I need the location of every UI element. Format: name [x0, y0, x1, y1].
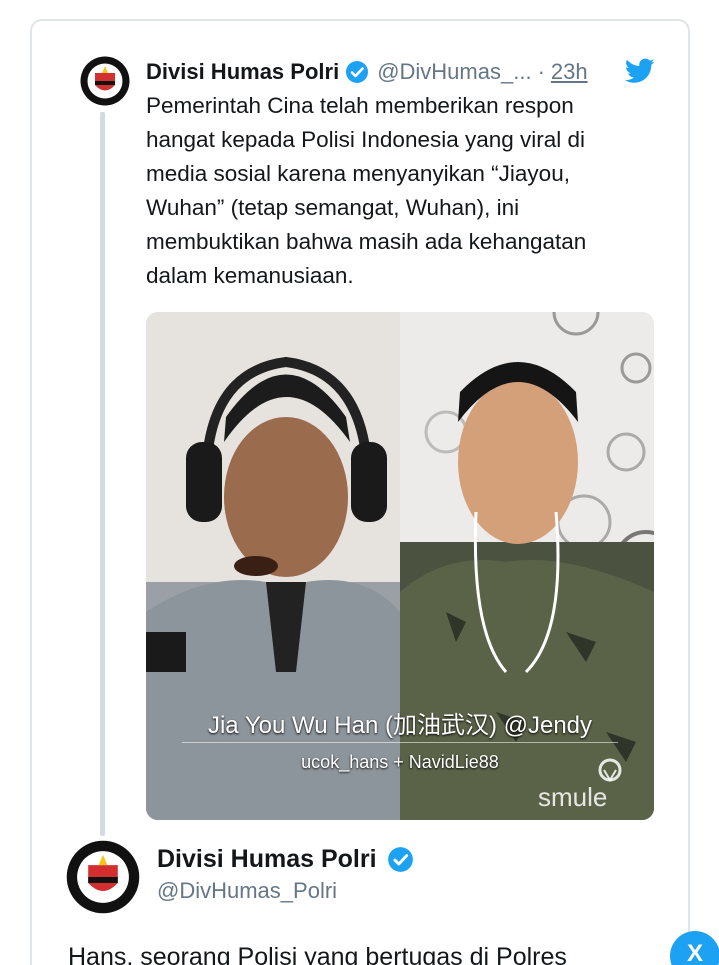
tweet-text: Pemerintah Cina telah memberikan respon … [146, 93, 587, 288]
timestamp[interactable]: 23h [551, 57, 588, 87]
police-emblem-icon [66, 840, 140, 914]
tweet-text: Hans, seorang Polisi yang bertugas di Po… [68, 943, 567, 965]
avatar[interactable] [66, 840, 140, 914]
handle[interactable]: @DivHumas_... [377, 57, 531, 87]
verified-badge-icon [345, 60, 369, 84]
video-thumbnail[interactable]: Jia You Wu Han (加油武汉) @Jendy ucok_hans +… [146, 312, 654, 820]
svg-text:smule: smule [538, 782, 607, 812]
smule-logo: smule [534, 758, 644, 812]
police-emblem-icon [80, 56, 130, 106]
twitter-bird-icon[interactable] [625, 58, 655, 84]
thread-connector-line [100, 112, 105, 836]
avatar[interactable] [80, 56, 130, 106]
video-caption-divider [182, 742, 618, 743]
second-display-name-row: Divisi Humas Polri [157, 842, 422, 876]
handle[interactable]: @DivHumas_Polri [157, 878, 337, 904]
display-name[interactable]: Divisi Humas Polri [157, 845, 377, 874]
separator-dot: · [537, 59, 545, 84]
display-name[interactable]: Divisi Humas Polri [146, 57, 339, 87]
tweet-header: Divisi Humas Polri @DivHumas_... · 23h [146, 56, 588, 88]
video-frame-image [146, 312, 654, 820]
video-title: Jia You Wu Han (加油武汉) @Jendy [207, 712, 593, 739]
verified-badge-icon [387, 846, 414, 873]
